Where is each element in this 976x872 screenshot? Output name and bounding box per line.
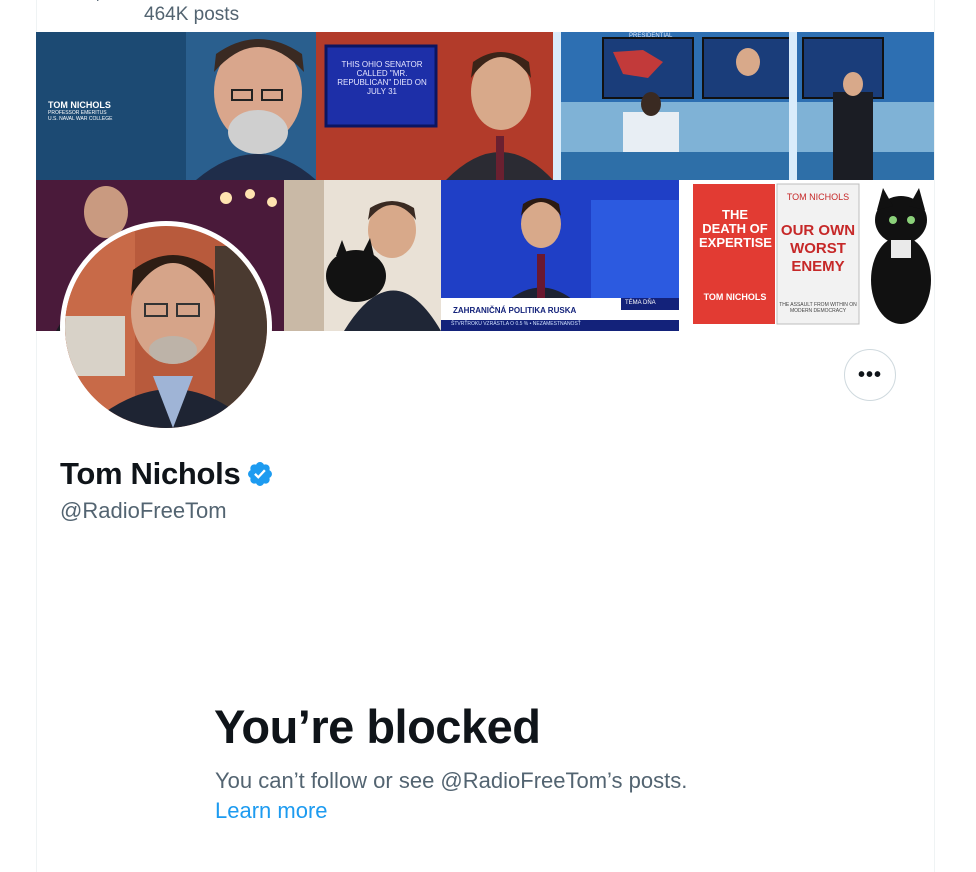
profile-avatar[interactable] <box>60 221 272 433</box>
banner-tile-broadcast: ZAHRANIČNÁ POLITIKA RUSKA TÉMA DŇA ŠTVRŤ… <box>441 180 679 331</box>
banner-tile-man-with-cat <box>284 180 441 331</box>
profile-handle: @RadioFreeTom <box>60 498 227 523</box>
banner-tile-newsroom: PRESIDENTIAL <box>553 32 934 180</box>
display-name: Tom Nichols <box>60 456 241 491</box>
avatar-photo <box>65 226 267 428</box>
blocked-title: You’re blocked <box>214 700 541 753</box>
partial-header-glyph: ' <box>96 0 100 14</box>
profile-name-row: Tom Nichols <box>60 456 274 492</box>
column-border-right <box>934 0 935 872</box>
posts-count: 464K posts <box>144 4 240 25</box>
verified-badge-icon[interactable] <box>246 460 274 488</box>
profile-header-bar: ' 464K posts <box>36 0 934 32</box>
more-options-label: ••• <box>857 363 882 386</box>
learn-more-link[interactable]: Learn more <box>215 798 328 824</box>
banner-tile-game-show: THIS OHIO SENATOR CALLED "MR. REPUBLICAN… <box>316 32 553 180</box>
more-options-button[interactable]: ••• <box>844 349 896 401</box>
banner-tile-books: THE DEATH OF EXPERTISE TOM NICHOLS TOM N… <box>679 180 934 331</box>
blocked-message: You can’t follow or see @RadioFreeTom’s … <box>215 768 688 793</box>
banner-tile-speaker: TOM NICHOLS PROFESSOR EMERITUS U.S. NAVA… <box>36 32 316 180</box>
